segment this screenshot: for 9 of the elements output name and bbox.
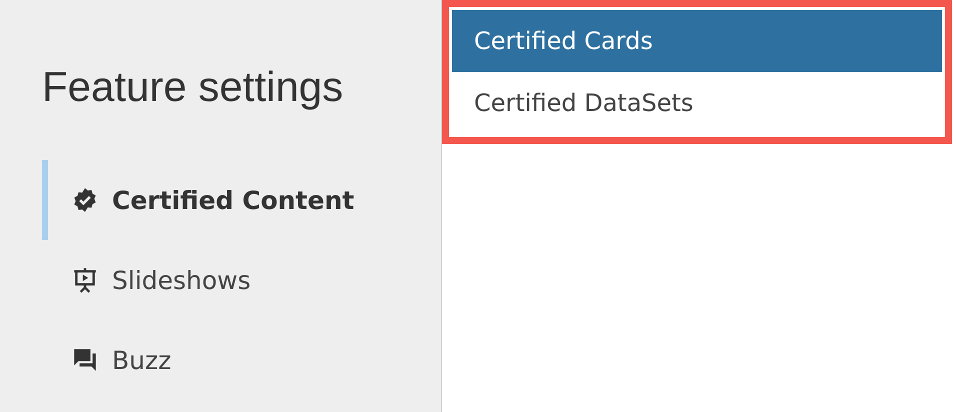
sidebar-item[interactable]: Buzz [42,320,441,400]
presentation-icon [72,267,98,293]
page-title: Feature settings [42,62,344,112]
sidebar-item[interactable]: Certified Content [42,160,441,240]
submenu-item[interactable]: Certified DataSets [452,72,942,134]
sidebar-item[interactable]: Slideshows [42,240,441,320]
chat-icon [72,347,98,373]
badge-check-icon [72,187,98,213]
submenu-item[interactable]: Certified Cards [452,10,942,72]
